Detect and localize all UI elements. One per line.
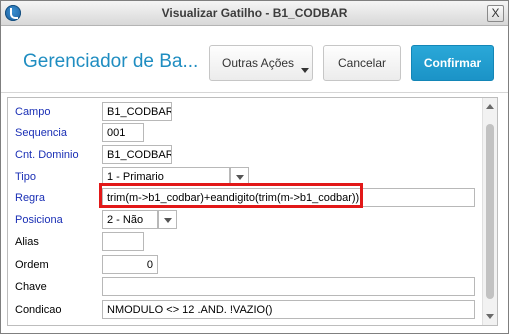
form-row-ordem: Ordem 0 bbox=[8, 255, 488, 276]
form-row-cnt-dominio: Cnt. Dominio B1_CODBAR bbox=[8, 145, 488, 166]
sequencia-label: Sequencia bbox=[15, 127, 67, 139]
dialog-window: Visualizar Gatilho - B1_CODBAR X Gerenci… bbox=[0, 0, 509, 334]
form-panel: Campo B1_CODBAR Sequencia 001 Cnt. Domin… bbox=[7, 97, 498, 326]
campo-field[interactable]: B1_CODBAR bbox=[102, 102, 172, 121]
form-row-alias: Alias bbox=[8, 232, 488, 253]
scrollbar-thumb[interactable] bbox=[486, 124, 494, 299]
chave-field[interactable] bbox=[102, 277, 475, 296]
condicao-label: Condicao bbox=[15, 304, 62, 316]
ordem-label: Ordem bbox=[15, 259, 49, 271]
regra-label: Regra bbox=[15, 192, 45, 204]
form-row-campo: Campo B1_CODBAR bbox=[8, 102, 488, 123]
cnt-dominio-label: Cnt. Dominio bbox=[15, 149, 79, 161]
posiciona-label: Posiciona bbox=[15, 214, 63, 226]
header-bar: Gerenciador de Ba... Outras Ações Cancel… bbox=[1, 26, 508, 93]
posiciona-select[interactable]: 2 - Não bbox=[102, 210, 158, 229]
confirm-button[interactable]: Confirmar bbox=[411, 45, 494, 81]
form-row-condicao: Condicao NMODULO <> 12 .AND. !VAZIO() bbox=[8, 300, 488, 321]
outras-acoes-label: Outras Ações bbox=[222, 56, 295, 70]
campo-label: Campo bbox=[15, 106, 51, 118]
alias-label: Alias bbox=[15, 236, 39, 248]
form-row-posiciona: Posiciona 2 - Não bbox=[8, 210, 488, 231]
scroll-down-icon[interactable] bbox=[486, 314, 494, 319]
scroll-up-icon[interactable] bbox=[486, 104, 494, 109]
condicao-field[interactable]: NMODULO <> 12 .AND. !VAZIO() bbox=[102, 300, 475, 319]
form-row-chave: Chave bbox=[8, 277, 488, 298]
form-row-sequencia: Sequencia 001 bbox=[8, 123, 488, 144]
chevron-down-icon[interactable] bbox=[158, 210, 177, 229]
regra-highlight-box bbox=[99, 183, 363, 208]
outras-acoes-button[interactable]: Outras Ações bbox=[209, 45, 313, 81]
cnt-dominio-field[interactable]: B1_CODBAR bbox=[102, 145, 172, 164]
page-title: Gerenciador de Ba... bbox=[23, 51, 199, 72]
window-title: Visualizar Gatilho - B1_CODBAR bbox=[161, 6, 348, 20]
cancel-button[interactable]: Cancelar bbox=[323, 45, 401, 81]
tipo-label: Tipo bbox=[15, 171, 36, 183]
sequencia-field[interactable]: 001 bbox=[102, 123, 144, 142]
alias-field[interactable] bbox=[102, 232, 144, 251]
ordem-field[interactable]: 0 bbox=[102, 255, 158, 274]
chevron-down-icon bbox=[301, 68, 309, 73]
chave-label: Chave bbox=[15, 281, 47, 293]
title-bar: Visualizar Gatilho - B1_CODBAR X bbox=[1, 1, 508, 26]
close-button[interactable]: X bbox=[487, 5, 504, 22]
vertical-scrollbar[interactable] bbox=[482, 98, 497, 325]
